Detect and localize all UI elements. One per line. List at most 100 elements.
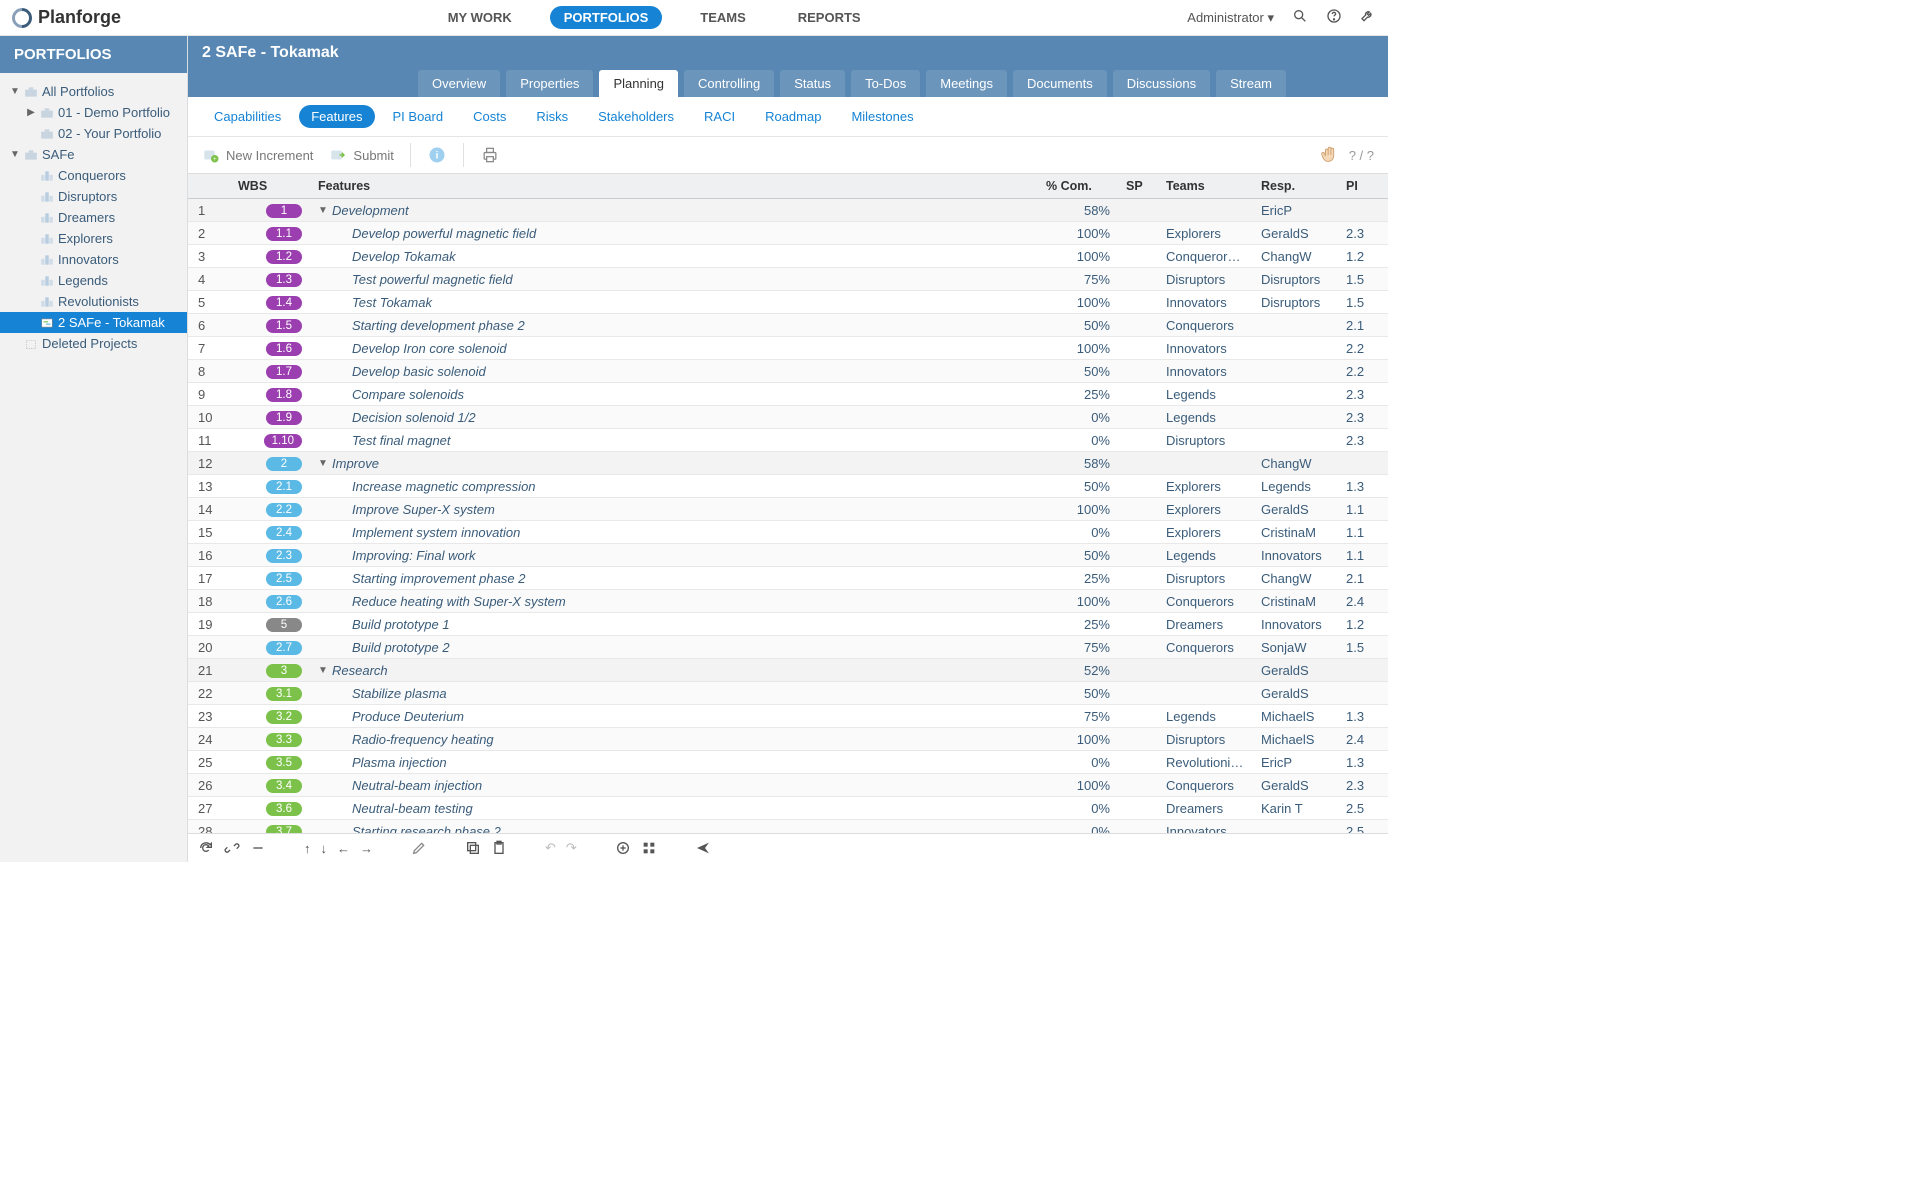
tree-item[interactable]: Revolutionists: [0, 291, 187, 312]
col-completion[interactable]: % Com.: [1038, 174, 1118, 199]
tab-documents[interactable]: Documents: [1013, 70, 1107, 97]
tab-pi board[interactable]: PI Board: [381, 105, 456, 128]
table-row[interactable]: 182.6Reduce heating with Super-X system1…: [188, 590, 1388, 613]
table-row[interactable]: 11▼Development58%EricP: [188, 199, 1388, 222]
hand-icon[interactable]: [1319, 144, 1341, 166]
tab-planning[interactable]: Planning: [599, 70, 678, 97]
wrench-icon[interactable]: [1360, 8, 1376, 27]
table-row[interactable]: 111.10Test final magnet0%Disruptors2.3: [188, 429, 1388, 452]
table-row[interactable]: 195Build prototype 125%DreamersInnovator…: [188, 613, 1388, 636]
tab-stream[interactable]: Stream: [1216, 70, 1286, 97]
table-row[interactable]: 101.9Decision solenoid 1/20%Legends2.3: [188, 406, 1388, 429]
table-row[interactable]: 253.5Plasma injection0%RevolutionistsEri…: [188, 751, 1388, 774]
add-circle-icon[interactable]: [615, 840, 631, 856]
col-rownum[interactable]: [188, 174, 230, 199]
topbar: Planforge MY WORKPORTFOLIOSTEAMSREPORTS …: [0, 0, 1388, 36]
table-row[interactable]: 61.5Starting development phase 250%Conqu…: [188, 314, 1388, 337]
tab-costs[interactable]: Costs: [461, 105, 518, 128]
tab-overview[interactable]: Overview: [418, 70, 500, 97]
tab-stakeholders[interactable]: Stakeholders: [586, 105, 686, 128]
arrow-right-icon[interactable]: →: [360, 841, 373, 856]
tree-item[interactable]: Dreamers: [0, 207, 187, 228]
table-row[interactable]: 81.7Develop basic solenoid50%Innovators2…: [188, 360, 1388, 383]
tab-discussions[interactable]: Discussions: [1113, 70, 1210, 97]
tab-capabilities[interactable]: Capabilities: [202, 105, 293, 128]
table-row[interactable]: 283.7Starting research phase 20%Innovato…: [188, 820, 1388, 834]
tab-meetings[interactable]: Meetings: [926, 70, 1007, 97]
col-pi[interactable]: PI: [1338, 174, 1388, 199]
info-icon[interactable]: i: [427, 145, 447, 165]
tree-item[interactable]: Conquerors: [0, 165, 187, 186]
table-row[interactable]: 152.4Implement system innovation0%Explor…: [188, 521, 1388, 544]
topnav-reports[interactable]: REPORTS: [784, 6, 875, 29]
tree-item[interactable]: 02 - Your Portfolio: [0, 123, 187, 144]
features-grid[interactable]: WBS Features % Com. SP Teams Resp. PI 11…: [188, 173, 1388, 833]
submit-button[interactable]: Submit: [329, 146, 393, 164]
tree-item[interactable]: ▶01 - Demo Portfolio: [0, 102, 187, 123]
undo-icon[interactable]: ↶: [545, 840, 556, 856]
col-wbs[interactable]: WBS: [230, 174, 310, 199]
tree-item[interactable]: Disruptors: [0, 186, 187, 207]
table-row[interactable]: 142.2Improve Super-X system100%Explorers…: [188, 498, 1388, 521]
paste-icon[interactable]: [491, 840, 507, 856]
table-row[interactable]: 263.4Neutral-beam injection100%Conqueror…: [188, 774, 1388, 797]
table-row[interactable]: 172.5Starting improvement phase 225%Disr…: [188, 567, 1388, 590]
tab-raci[interactable]: RACI: [692, 105, 747, 128]
tree-item[interactable]: Innovators: [0, 249, 187, 270]
tab-roadmap[interactable]: Roadmap: [753, 105, 833, 128]
topnav-my-work[interactable]: MY WORK: [434, 6, 526, 29]
table-row[interactable]: 132.1Increase magnetic compression50%Exp…: [188, 475, 1388, 498]
grid-icon[interactable]: [641, 840, 657, 856]
table-row[interactable]: 41.3Test powerful magnetic field75%Disru…: [188, 268, 1388, 291]
topnav-portfolios[interactable]: PORTFOLIOS: [550, 6, 663, 29]
tab-milestones[interactable]: Milestones: [839, 105, 925, 128]
copy-icon[interactable]: [465, 840, 481, 856]
tree-item[interactable]: Deleted Projects: [0, 333, 187, 354]
table-row[interactable]: 213▼Research52%GeraldS: [188, 659, 1388, 682]
edit-icon[interactable]: [411, 840, 427, 856]
topnav-teams[interactable]: TEAMS: [686, 6, 760, 29]
tab-controlling[interactable]: Controlling: [684, 70, 774, 97]
arrow-down-icon[interactable]: ↓: [321, 841, 328, 856]
tree-item[interactable]: 2 SAFe - Tokamak: [0, 312, 187, 333]
unlink-icon[interactable]: [224, 840, 240, 856]
send-icon[interactable]: [695, 840, 711, 856]
col-features[interactable]: Features: [310, 174, 1038, 199]
page-title: 2 SAFe - Tokamak: [188, 36, 1388, 70]
tree-item[interactable]: ▼All Portfolios: [0, 81, 187, 102]
tab-features[interactable]: Features: [299, 105, 374, 128]
table-row[interactable]: 91.8Compare solenoids25%Legends2.3: [188, 383, 1388, 406]
search-icon[interactable]: [1292, 8, 1308, 27]
new-increment-button[interactable]: + New Increment: [202, 146, 313, 164]
table-row[interactable]: 233.2Produce Deuterium75%LegendsMichaelS…: [188, 705, 1388, 728]
print-icon[interactable]: [480, 145, 500, 165]
top-tools: Administrator ▾: [1187, 8, 1376, 27]
arrow-up-icon[interactable]: ↑: [304, 841, 311, 856]
table-row[interactable]: 122▼Improve58%ChangW: [188, 452, 1388, 475]
tree-item[interactable]: ▼SAFe: [0, 144, 187, 165]
tree-item[interactable]: Legends: [0, 270, 187, 291]
table-row[interactable]: 243.3Radio-frequency heating100%Disrupto…: [188, 728, 1388, 751]
arrow-left-icon[interactable]: ←: [337, 841, 350, 856]
tab-to-dos[interactable]: To-Dos: [851, 70, 920, 97]
table-row[interactable]: 71.6Develop Iron core solenoid100%Innova…: [188, 337, 1388, 360]
col-resp[interactable]: Resp.: [1253, 174, 1338, 199]
tab-properties[interactable]: Properties: [506, 70, 593, 97]
user-menu[interactable]: Administrator ▾: [1187, 10, 1274, 26]
help-icon[interactable]: [1326, 8, 1342, 27]
col-teams[interactable]: Teams: [1158, 174, 1253, 199]
tab-risks[interactable]: Risks: [524, 105, 580, 128]
col-sp[interactable]: SP: [1118, 174, 1158, 199]
tab-status[interactable]: Status: [780, 70, 845, 97]
table-row[interactable]: 31.2Develop Tokamak100%Conquerors; In…Ch…: [188, 245, 1388, 268]
table-row[interactable]: 202.7Build prototype 275%ConquerorsSonja…: [188, 636, 1388, 659]
table-row[interactable]: 223.1Stabilize plasma50%GeraldS: [188, 682, 1388, 705]
table-row[interactable]: 273.6Neutral-beam testing0%DreamersKarin…: [188, 797, 1388, 820]
table-row[interactable]: 21.1Develop powerful magnetic field100%E…: [188, 222, 1388, 245]
table-row[interactable]: 162.3Improving: Final work50%LegendsInno…: [188, 544, 1388, 567]
redo-icon[interactable]: ↷: [566, 840, 577, 856]
table-row[interactable]: 51.4Test Tokamak100%InnovatorsDisruptors…: [188, 291, 1388, 314]
minus-icon[interactable]: [250, 840, 266, 856]
refresh-icon[interactable]: [198, 840, 214, 856]
tree-item[interactable]: Explorers: [0, 228, 187, 249]
